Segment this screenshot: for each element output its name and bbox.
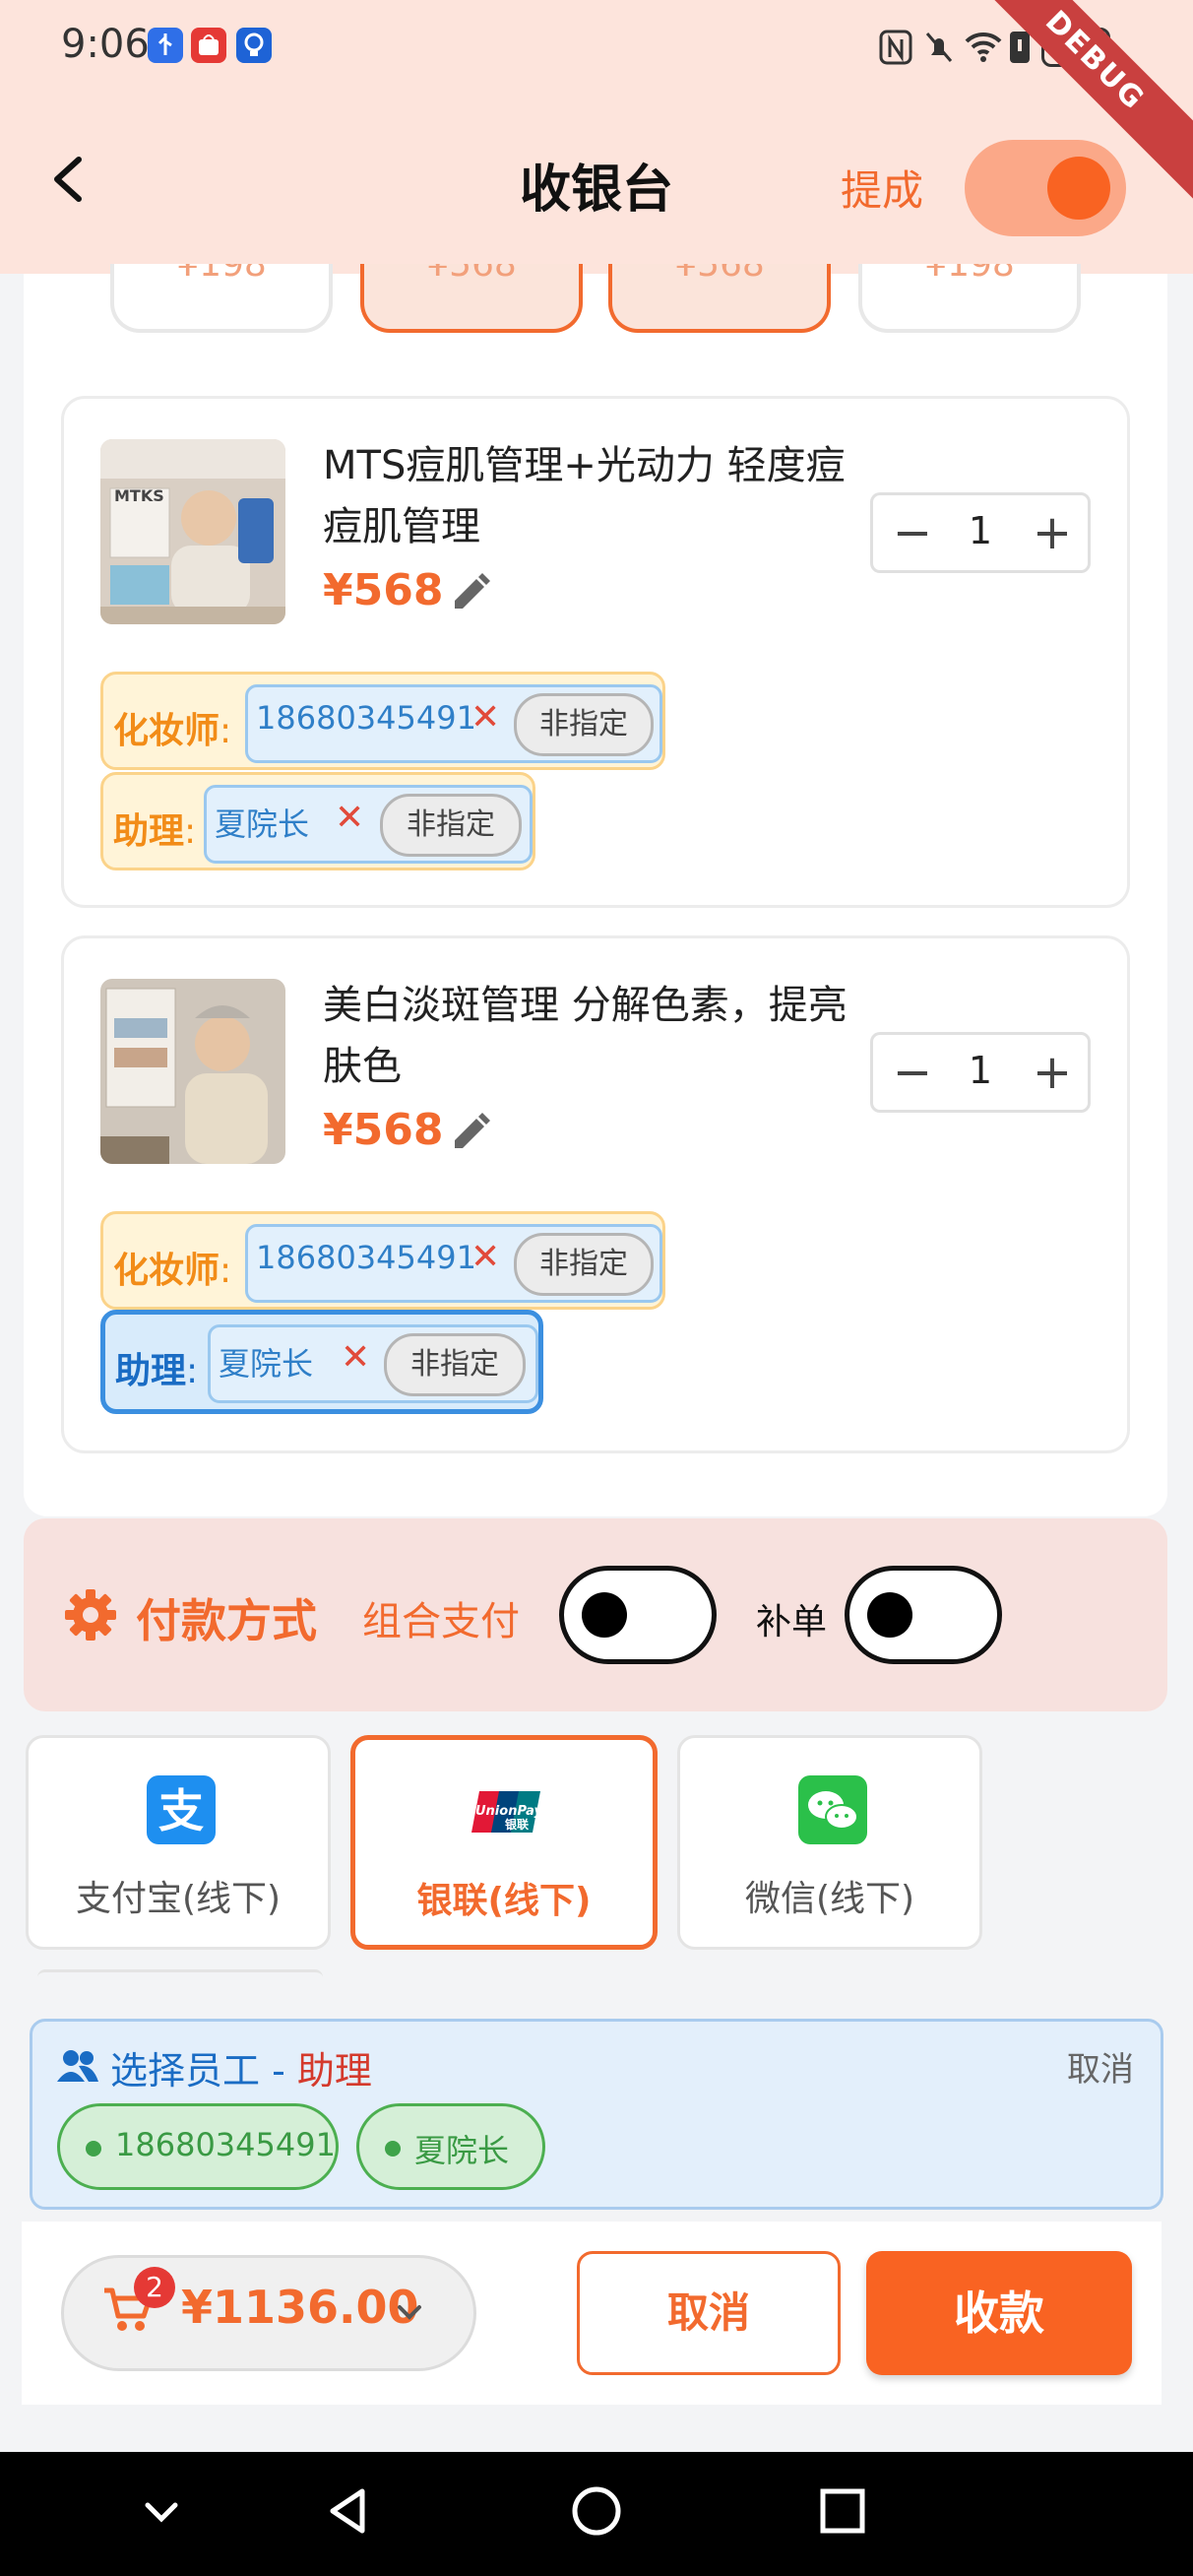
role-label: 助理: [115, 1351, 187, 1391]
staff-option-label: 18680345491: [115, 2126, 336, 2163]
remove-staff-icon[interactable]: ✕: [471, 1237, 500, 1277]
staff-option-label: 夏院长: [414, 2132, 510, 2169]
staff-chip[interactable]: 18680345491 ✕ 非指定: [245, 1224, 662, 1303]
payment-method-label: 支付宝(线下): [75, 1879, 282, 1919]
quantity-value: 1: [968, 509, 993, 552]
unassigned-tag[interactable]: 非指定: [384, 1333, 526, 1396]
staff-chip[interactable]: 夏院长 ✕ 非指定: [204, 785, 533, 864]
assistant-row-active[interactable]: 助理: 夏院长 ✕ 非指定: [100, 1310, 543, 1414]
quantity-value: 1: [968, 1049, 993, 1092]
quantity-stepper: − 1 +: [870, 1032, 1091, 1113]
dot-icon: [86, 2141, 101, 2157]
payment-method-alipay[interactable]: 支 支付宝(线下): [26, 1735, 331, 1950]
commission-toggle[interactable]: [965, 140, 1126, 236]
huawei-store-icon: [191, 28, 226, 63]
svg-text:银联: 银联: [505, 1817, 529, 1832]
staff-name: 夏院长: [215, 805, 310, 843]
remove-staff-icon[interactable]: ✕: [335, 798, 364, 838]
decrement-button[interactable]: −: [883, 505, 942, 564]
assistant-row: 助理: 夏院长 ✕ 非指定: [100, 772, 535, 870]
item-name: 美白淡斑管理 分解色素，提亮肤色: [323, 983, 848, 1089]
toggle-knob: [1047, 157, 1110, 220]
increment-button[interactable]: +: [1023, 1045, 1082, 1104]
quantity-stepper: − 1 +: [870, 492, 1091, 573]
nfc-icon: [878, 28, 913, 67]
staff-select-title: 选择员工 - 助理: [110, 2049, 372, 2093]
collect-payment-button[interactable]: 收款: [866, 2251, 1132, 2375]
usb-icon: [148, 28, 183, 63]
beautician-row: 化妆师: 18680345491 ✕ 非指定: [100, 1211, 665, 1310]
mute-icon: [921, 28, 957, 67]
back-nav-icon[interactable]: [319, 2481, 378, 2541]
supplement-label: 补单: [756, 1602, 828, 1642]
package-tab-4[interactable]: ¥198: [858, 264, 1081, 333]
wifi-icon: [963, 28, 1004, 67]
bulb-icon: [236, 28, 272, 63]
payment-title: 付款方式: [136, 1594, 317, 1647]
staff-select-cancel[interactable]: 取消: [1067, 2042, 1134, 2091]
decrement-button[interactable]: −: [883, 1045, 942, 1104]
unassigned-tag[interactable]: 非指定: [380, 794, 522, 857]
unionpay-icon: UnionPay 银联: [471, 1777, 543, 1846]
staff-chip[interactable]: 夏院长 ✕ 非指定: [208, 1324, 538, 1403]
staff-name: 夏院长: [219, 1345, 314, 1383]
payment-method-label: 银联(线下): [416, 1881, 592, 1921]
staff-option[interactable]: 夏院长: [356, 2103, 545, 2190]
item-price: ¥568: [323, 1105, 444, 1155]
unassigned-tag[interactable]: 非指定: [514, 1233, 654, 1296]
payment-method-wechat[interactable]: 微信(线下): [677, 1735, 982, 1950]
gear-icon: [61, 1585, 120, 1644]
people-icon: [55, 2046, 100, 2086]
package-tab-2[interactable]: ¥568: [360, 264, 583, 333]
unassigned-tag[interactable]: 非指定: [514, 693, 654, 756]
staff-option[interactable]: 18680345491: [57, 2103, 339, 2190]
staff-name: 18680345491: [256, 699, 476, 737]
svg-text:UnionPay: UnionPay: [475, 1804, 543, 1819]
hide-keyboard-icon[interactable]: [132, 2481, 191, 2541]
commission-label: 提成: [841, 166, 924, 215]
item-price: ¥568: [323, 565, 444, 615]
remove-staff-icon[interactable]: ✕: [471, 697, 500, 738]
svg-text:支: 支: [158, 1784, 204, 1837]
role-label: 化妆师: [113, 1251, 220, 1291]
cart-count-badge: 2: [134, 2267, 175, 2308]
home-nav-icon[interactable]: [567, 2481, 626, 2541]
wechat-icon: [798, 1775, 867, 1844]
chevron-down-icon[interactable]: [394, 2296, 425, 2328]
combined-payment-label: 组合支付: [362, 1599, 520, 1644]
staff-select-role: 助理: [296, 2049, 372, 2093]
alipay-icon: 支: [147, 1775, 216, 1844]
remove-staff-icon[interactable]: ✕: [341, 1337, 370, 1378]
switch-knob: [582, 1592, 627, 1638]
payment-method-label: 微信(线下): [744, 1879, 915, 1919]
package-tab-1[interactable]: ¥198: [110, 264, 333, 333]
switch-knob: [867, 1592, 912, 1638]
role-label: 助理: [113, 811, 185, 852]
recents-nav-icon[interactable]: [813, 2481, 872, 2541]
edit-price-icon[interactable]: [449, 1111, 492, 1154]
staff-chip[interactable]: 18680345491 ✕ 非指定: [245, 684, 662, 763]
edit-price-icon[interactable]: [449, 571, 492, 614]
status-time: 9:06: [61, 22, 150, 67]
supplement-switch[interactable]: [845, 1566, 1002, 1664]
role-label: 化妆师: [113, 711, 220, 751]
cancel-button[interactable]: 取消: [577, 2251, 841, 2375]
payment-method-unionpay[interactable]: UnionPay 银联 银联(线下): [350, 1735, 658, 1950]
thumb-brand: MTKS: [114, 486, 164, 505]
item-name: MTS痘肌管理+光动力 轻度痘痘肌管理: [323, 443, 846, 549]
order-total: ¥1136.00: [181, 2281, 419, 2334]
increment-button[interactable]: +: [1023, 505, 1082, 564]
staff-name: 18680345491: [256, 1239, 476, 1276]
payment-method-overflow: [37, 1969, 323, 1977]
dot-icon: [385, 2141, 401, 2157]
beautician-row: 化妆师: 18680345491 ✕ 非指定: [100, 672, 665, 770]
item-thumbnail: [100, 979, 285, 1164]
combined-payment-switch[interactable]: [559, 1566, 717, 1664]
package-tab-3[interactable]: ¥568: [608, 264, 831, 333]
item-thumbnail: [100, 439, 285, 624]
